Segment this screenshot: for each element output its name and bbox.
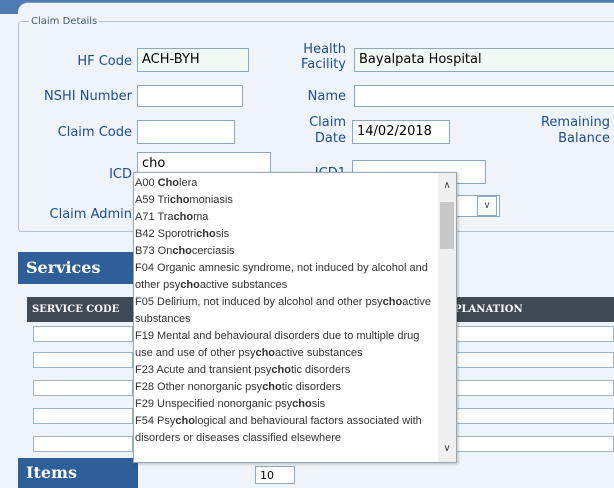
claim-date-field[interactable]: 14/02/2018 — [352, 120, 450, 144]
icd-text-match: cho — [175, 415, 195, 427]
icd-text-pre: Unspecified nonorganic psy — [157, 398, 293, 410]
icd-text-match: Cho — [157, 177, 180, 189]
chevron-down-icon[interactable]: ∨ — [477, 196, 497, 216]
icd-code: A59 — [135, 194, 158, 206]
claim-date-label-2: Date — [314, 131, 346, 146]
icd-code: F28 — [135, 381, 158, 393]
autocomplete-item[interactable]: F05 Delirium, not induced by alcohol and… — [135, 294, 436, 328]
claim-admin-label: Claim Admin — [49, 207, 133, 222]
autocomplete-item[interactable]: B42 Sporotrichosis — [135, 226, 436, 243]
explanation-row-cell[interactable] — [455, 408, 614, 424]
icd-code: F29 — [135, 398, 158, 410]
claim-code-label: Claim Code — [57, 125, 132, 140]
icd-text-pre: Sporotri — [157, 228, 197, 240]
health-facility-label-2: Facility — [300, 57, 346, 72]
autocomplete-list: A00 Cholera A59 Trichomoniasis A71 Trachom… — [135, 175, 436, 447]
icd-text-pre: Acute and transient psy — [156, 364, 272, 376]
autocomplete-item[interactable]: A00 Cholera — [135, 175, 436, 192]
col-service-code: SERVICE CODE — [32, 304, 120, 315]
icd-text-post: lera — [179, 177, 198, 189]
icd-code: F05 — [135, 296, 158, 308]
icd-text-post: tic disorders — [290, 364, 351, 376]
health-facility-label-1: Health — [303, 42, 346, 57]
icd-autocomplete-dropdown[interactable]: A00 Cholera A59 Trichomoniasis A71 Trachom… — [133, 172, 457, 463]
dropdown-scrollbar[interactable]: ∧ ∨ — [438, 173, 456, 462]
icd-text-match: cho — [292, 398, 312, 410]
icd-text-post: sis — [311, 398, 326, 410]
icd-text-post: active substances — [275, 347, 363, 359]
icd-text-pre: Psy — [157, 415, 176, 427]
service-row-cell[interactable] — [33, 352, 133, 368]
icd-text-match: cho — [173, 211, 194, 223]
window-frame — [0, 0, 614, 15]
health-facility-field[interactable]: Bayalpata Hospital — [354, 48, 614, 72]
icd-text-post: active substances — [199, 279, 288, 291]
icd-code: A71 — [135, 211, 158, 223]
autocomplete-item[interactable]: F29 Unspecified nonorganic psychosis — [135, 396, 436, 413]
autocomplete-item[interactable]: F04 Organic amnesic syndrome, not induce… — [135, 260, 436, 294]
explanation-row-cell[interactable] — [455, 380, 614, 396]
icd-text-post: ma — [193, 211, 209, 223]
window-inner-edge — [18, 2, 614, 15]
icd-text-pre: Tri — [157, 194, 170, 206]
explanation-row-cell[interactable] — [455, 326, 614, 342]
icd-text-post: tic disorders — [281, 381, 342, 393]
icd-code: F04 — [135, 262, 158, 274]
nshi-number-field[interactable] — [137, 85, 243, 107]
icd-text-match: cho — [255, 347, 276, 359]
icd-code: B42 — [135, 228, 158, 240]
icd-text-match: cho — [196, 228, 216, 240]
autocomplete-item[interactable]: F19 Mental and behavioural disorders due… — [135, 328, 436, 362]
explanation-row-cell[interactable] — [455, 352, 614, 368]
scrollbar-thumb[interactable] — [440, 202, 454, 249]
autocomplete-item[interactable]: B73 Onchocerciasis — [135, 243, 436, 260]
autocomplete-item[interactable]: F28 Other nonorganic psychotic disorders — [135, 379, 436, 396]
claim-date-label-1: Claim — [309, 115, 346, 130]
icd-text-post: sis — [215, 228, 230, 240]
icd-text-match: cho — [382, 296, 403, 308]
autocomplete-item[interactable]: F54 Psychological and behavioural factor… — [135, 413, 436, 447]
items-value-field[interactable]: 10 — [255, 466, 295, 484]
icd-code: A00 — [135, 177, 158, 189]
autocomplete-item[interactable]: A71 Trachoma — [135, 209, 436, 226]
icd-label: ICD — [109, 167, 132, 182]
icd-code: F23 — [135, 364, 157, 376]
explanation-row-cell[interactable] — [455, 436, 614, 452]
icd-text-match: cho — [169, 194, 190, 206]
icd-text-post: moniasis — [189, 194, 233, 206]
claim-code-field[interactable] — [137, 120, 235, 144]
remaining-balance-label-1: Remaining — [540, 115, 610, 130]
icd-code: F54 — [135, 415, 158, 427]
icd-code: F19 — [135, 330, 158, 342]
name-field[interactable] — [354, 85, 614, 107]
icd-text-post: cerciasis — [191, 245, 235, 257]
nshi-number-label: NSHI Number — [44, 89, 132, 104]
items-header: Items — [18, 458, 138, 488]
remaining-balance-label-2: Balance — [558, 131, 610, 146]
col-explanation: PLANATION — [454, 304, 523, 315]
service-row-cell[interactable] — [33, 326, 133, 342]
autocomplete-item[interactable]: A59 Trichomoniasis — [135, 192, 436, 209]
claim-details-legend: Claim Details — [31, 16, 98, 27]
name-label: Name — [307, 89, 346, 104]
icd-text-pre: Delirium, not induced by alcohol and oth… — [157, 296, 383, 308]
icd-text-match: cho — [172, 245, 192, 257]
icd-text-match: cho — [262, 381, 282, 393]
hf-code-field[interactable]: ACH-BYH — [137, 48, 249, 72]
hf-code-label: HF Code — [77, 54, 132, 69]
icd-text-pre: Other nonorganic psy — [157, 381, 263, 393]
icd-text-pre: Tra — [157, 211, 174, 223]
icd-code: B73 — [135, 245, 158, 257]
autocomplete-item[interactable]: F23 Acute and transient psychotic disord… — [135, 362, 436, 379]
icd-text-match: cho — [180, 279, 200, 291]
scroll-up-icon[interactable]: ∧ — [438, 179, 456, 193]
service-row-cell[interactable] — [33, 380, 133, 396]
icd-text-pre: On — [157, 245, 173, 257]
service-row-cell[interactable] — [33, 408, 133, 424]
service-row-cell[interactable] — [33, 436, 133, 452]
scroll-down-icon[interactable]: ∨ — [438, 442, 456, 456]
icd-text-match: cho — [271, 364, 291, 376]
